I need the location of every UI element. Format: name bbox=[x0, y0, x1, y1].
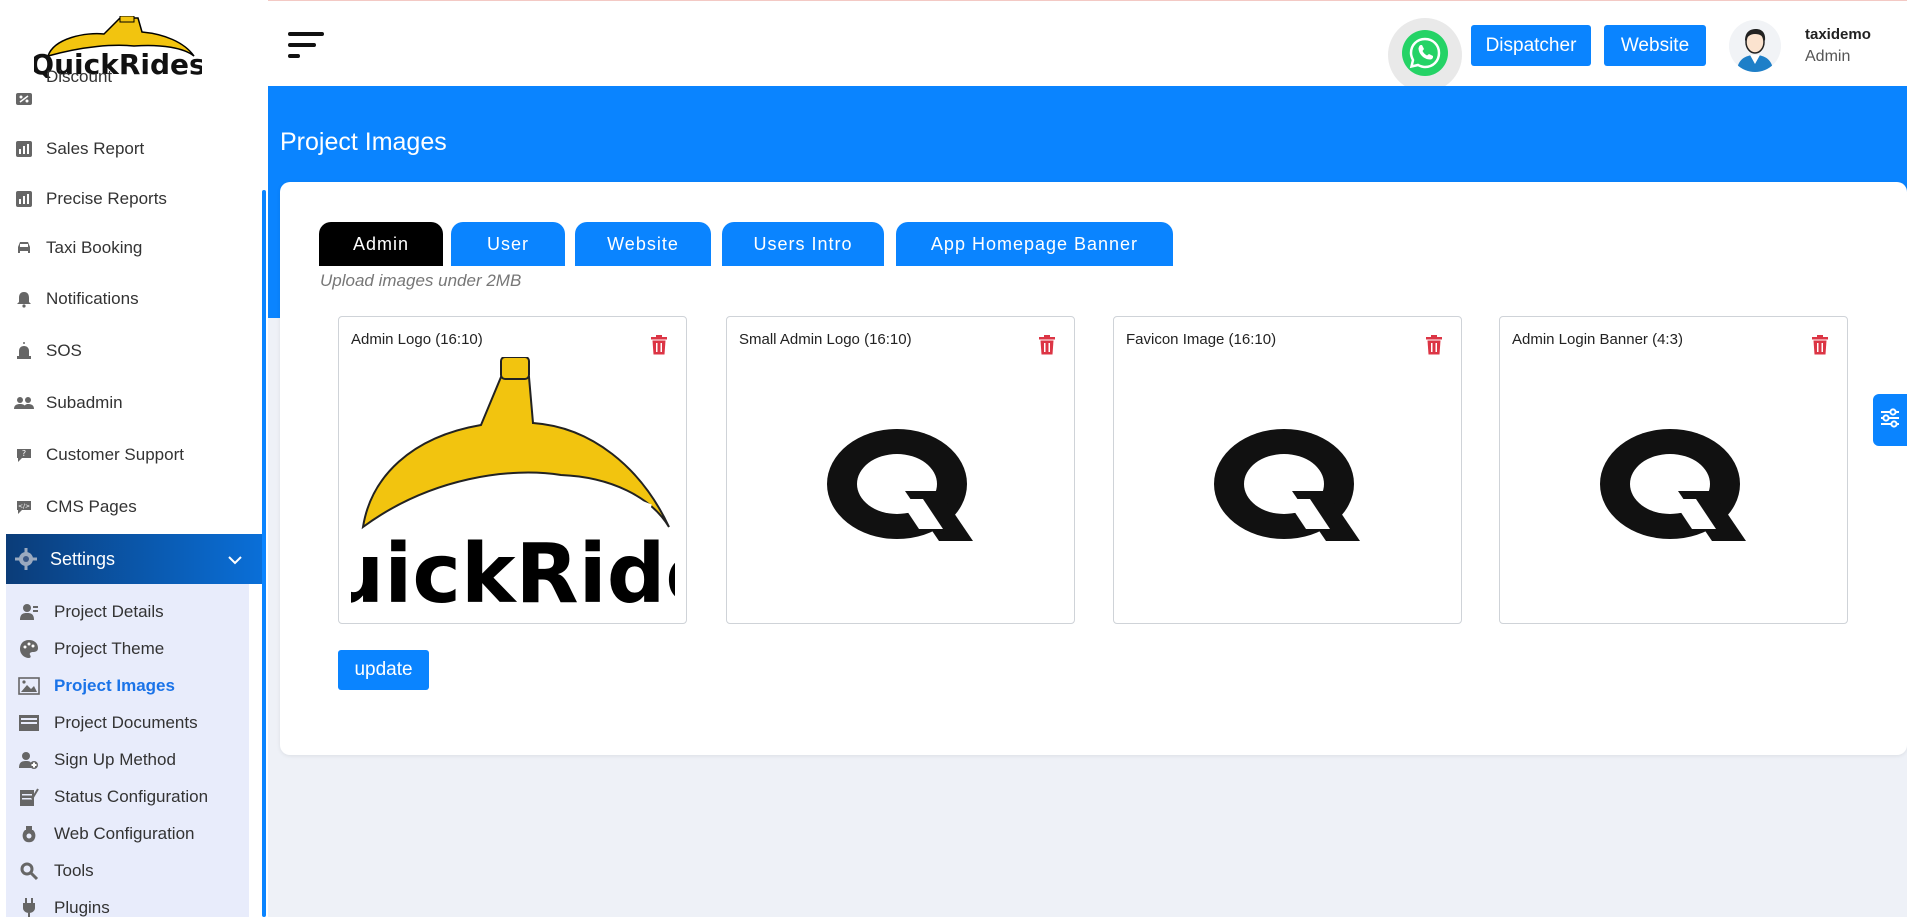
whatsapp-button[interactable] bbox=[1388, 18, 1462, 92]
sidebar-item-label: Subadmin bbox=[46, 393, 123, 412]
upload-hint: Upload images under 2MB bbox=[320, 271, 522, 290]
image-card-admin-login-banner[interactable]: Admin Login Banner (4:3) bbox=[1499, 316, 1848, 624]
submenu-item-label: Status Configuration bbox=[54, 786, 209, 806]
sidebar-item-label: Customer Support bbox=[46, 445, 184, 464]
submenu-item-label: Project Details bbox=[54, 601, 164, 621]
page-title: Project Images bbox=[280, 128, 447, 156]
user-role: Admin bbox=[1805, 48, 1851, 65]
trash-icon[interactable] bbox=[1811, 335, 1829, 355]
folder-icon bbox=[18, 712, 40, 734]
sidebar-item-label: Notifications bbox=[46, 289, 139, 308]
submenu-item-plugins[interactable]: Plugins bbox=[6, 889, 249, 917]
sidebar-item-label: Settings bbox=[50, 548, 116, 569]
sidebar-item-cms-pages[interactable]: </> CMS Pages bbox=[0, 484, 262, 530]
website-button[interactable]: Website bbox=[1604, 25, 1706, 66]
submenu-item-web-configuration[interactable]: Web Configuration bbox=[6, 815, 249, 852]
trash-icon[interactable] bbox=[1038, 335, 1056, 355]
sidebar: QuickRides Discount Sales Report Precise… bbox=[0, 0, 268, 917]
bell-icon bbox=[14, 289, 34, 309]
user-name: taxidemo bbox=[1805, 26, 1871, 43]
tab-admin[interactable]: Admin bbox=[319, 222, 443, 266]
sidebar-item-customer-support[interactable]: ? Customer Support bbox=[0, 432, 262, 478]
chat-icon: ? bbox=[14, 445, 34, 465]
user-plus-icon bbox=[18, 749, 40, 771]
submenu-item-project-images[interactable]: Project Images bbox=[6, 667, 249, 704]
chart-icon bbox=[14, 189, 34, 209]
submenu-item-sign-up-method[interactable]: Sign Up Method bbox=[6, 741, 249, 778]
image-card-label: Small Admin Logo (16:10) bbox=[739, 331, 912, 348]
sidebar-item-label: CMS Pages bbox=[46, 497, 137, 516]
sidebar-item-sales-report[interactable]: Sales Report bbox=[0, 126, 262, 172]
trash-icon[interactable] bbox=[1425, 335, 1443, 355]
hamburger-menu-icon[interactable] bbox=[286, 30, 326, 62]
alarm-icon bbox=[14, 341, 34, 361]
sidebar-scrollbar[interactable] bbox=[262, 190, 266, 917]
theme-settings-button[interactable] bbox=[1873, 394, 1907, 446]
tools-icon bbox=[18, 860, 40, 882]
gear-icon bbox=[14, 547, 38, 571]
status-icon bbox=[18, 786, 40, 808]
sidebar-item-label: Sales Report bbox=[46, 139, 145, 158]
submenu-item-label: Project Theme bbox=[54, 638, 165, 658]
image-card-label: Admin Login Banner (4:3) bbox=[1512, 331, 1683, 348]
palette-icon bbox=[18, 638, 40, 660]
sidebar-item-subadmin[interactable]: Subadmin bbox=[0, 380, 262, 426]
image-card-label: Favicon Image (16:10) bbox=[1126, 331, 1277, 348]
sidebar-item-sos[interactable]: SOS bbox=[0, 328, 262, 374]
favicon-image bbox=[1214, 429, 1360, 541]
submenu-item-project-theme[interactable]: Project Theme bbox=[6, 630, 249, 667]
plug-icon bbox=[18, 897, 40, 917]
update-button[interactable]: update bbox=[338, 650, 429, 690]
sidebar-item-precise-reports[interactable]: Precise Reports bbox=[0, 176, 262, 222]
avatar[interactable] bbox=[1729, 20, 1781, 72]
sidebar-item-label: Taxi Booking bbox=[46, 238, 143, 257]
chart-icon bbox=[14, 139, 34, 159]
tab-website[interactable]: Website bbox=[575, 222, 711, 266]
submenu-item-project-details[interactable]: Project Details bbox=[6, 593, 249, 630]
submenu-item-status-configuration[interactable]: Status Configuration bbox=[6, 778, 249, 815]
users-icon bbox=[14, 393, 34, 413]
image-card-small-admin-logo[interactable]: Small Admin Logo (16:10) bbox=[726, 316, 1075, 624]
submenu-item-label: Sign Up Method bbox=[54, 749, 176, 769]
trash-icon[interactable] bbox=[650, 335, 668, 355]
svg-text:?: ? bbox=[22, 449, 26, 458]
sliders-icon bbox=[1879, 407, 1901, 434]
tab-user[interactable]: User bbox=[451, 222, 565, 266]
sidebar-item-notifications[interactable]: Notifications bbox=[0, 276, 262, 322]
sidebar-item-settings[interactable]: Settings bbox=[6, 534, 262, 584]
submenu-item-label: Web Configuration bbox=[54, 823, 195, 843]
submenu-item-label: Tools bbox=[54, 860, 94, 880]
submenu-item-label: Project Documents bbox=[54, 712, 198, 732]
top-header: Dispatcher Website taxidemo Admin bbox=[268, 4, 1907, 92]
code-icon: </> bbox=[14, 497, 34, 517]
whatsapp-icon bbox=[1400, 28, 1450, 83]
login-banner-image bbox=[1600, 429, 1746, 541]
car-icon bbox=[14, 238, 34, 258]
image-icon bbox=[18, 675, 40, 697]
tab-app-homepage-banner[interactable]: App Homepage Banner bbox=[896, 222, 1173, 266]
sidebar-item-taxi-booking[interactable]: Taxi Booking bbox=[0, 225, 262, 271]
svg-text:</>: </> bbox=[18, 503, 30, 510]
svg-text:QuickRides: QuickRides bbox=[351, 527, 675, 607]
settings-submenu: Project Details Project Theme Project Im… bbox=[6, 584, 249, 917]
small-logo-image bbox=[827, 429, 973, 541]
image-card-favicon[interactable]: Favicon Image (16:10) bbox=[1113, 316, 1462, 624]
image-card-label: Admin Logo (16:10) bbox=[351, 331, 483, 348]
sidebar-item-label: SOS bbox=[46, 341, 82, 360]
web-icon bbox=[18, 823, 40, 845]
tab-users-intro[interactable]: Users Intro bbox=[722, 222, 884, 266]
submenu-item-tools[interactable]: Tools bbox=[6, 852, 249, 889]
admin-logo-image: QuickRides bbox=[351, 357, 675, 607]
image-card-admin-logo[interactable]: Admin Logo (16:10) QuickRides bbox=[338, 316, 687, 624]
sidebar-item-label: Discount bbox=[46, 67, 113, 86]
chevron-down-icon[interactable] bbox=[228, 549, 242, 570]
user-details-icon bbox=[18, 601, 40, 623]
sidebar-item-label: Precise Reports bbox=[46, 189, 167, 208]
dispatcher-button[interactable]: Dispatcher bbox=[1471, 25, 1591, 66]
sidebar-item-discount[interactable]: Discount bbox=[0, 67, 262, 122]
submenu-item-label: Project Images bbox=[54, 675, 175, 695]
discount-icon bbox=[14, 89, 34, 109]
submenu-item-project-documents[interactable]: Project Documents bbox=[6, 704, 249, 741]
submenu-item-label: Plugins bbox=[54, 897, 110, 917]
